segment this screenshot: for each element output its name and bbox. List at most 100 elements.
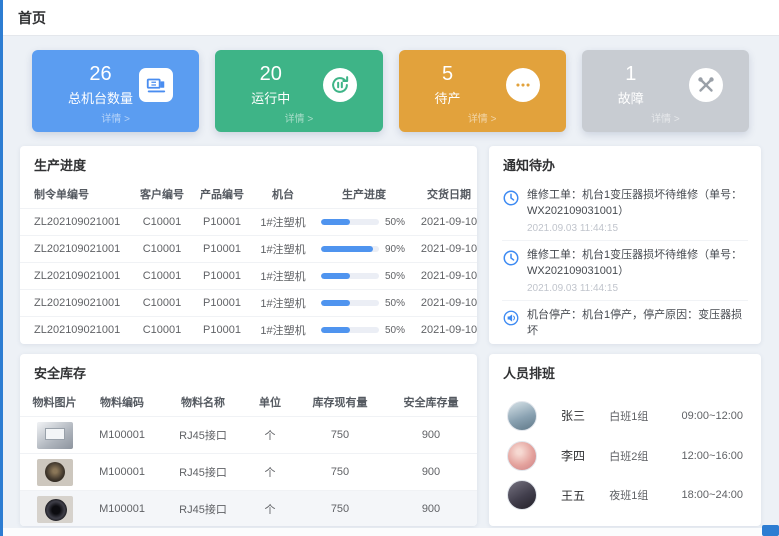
stat-card-standby[interactable]: 5 待产 详情 >: [399, 50, 566, 132]
progress-cell: 50%: [314, 209, 414, 236]
worker-name: 王五: [561, 487, 609, 504]
col-safety-qty: 安全库存量: [384, 389, 477, 417]
stat-detail-link[interactable]: 详情 >: [409, 110, 556, 127]
date-cell: 2021-09-10: [414, 263, 477, 290]
scrollbar-thumb[interactable]: [762, 525, 779, 536]
progress-label: 50%: [385, 298, 407, 309]
date-cell: 2021-09-10: [414, 290, 477, 317]
safety-cell: 900: [384, 491, 477, 527]
product-cell: P10001: [192, 263, 252, 290]
progress-bar: [321, 327, 350, 333]
worker-time: 12:00~16:00: [682, 450, 743, 462]
stat-value: 5: [435, 63, 461, 85]
customer-cell: C10001: [132, 236, 192, 263]
progress-track: [321, 273, 379, 279]
machine-cell: 1#注塑机: [252, 290, 314, 317]
stat-card-running[interactable]: 20 运行中 详情 >: [215, 50, 382, 132]
stat-detail-link[interactable]: 详情 >: [592, 110, 739, 127]
coil-photo: [37, 459, 73, 486]
progress-track: [321, 246, 379, 252]
safety-cell: 900: [384, 417, 477, 454]
order-cell: ZL202109021001: [20, 236, 132, 263]
running-icon: [323, 68, 357, 102]
col-material-code: 物料编码: [82, 389, 162, 417]
avatar: [507, 441, 537, 471]
progress-cell: 50%: [314, 290, 414, 317]
on-hand-cell: 750: [296, 417, 384, 454]
on-hand-cell: 750: [296, 491, 384, 527]
notice-item[interactable]: 机台停产：机台1停产，停产原因：变压器损坏: [502, 301, 748, 344]
col-material-photo: 物料图片: [20, 389, 82, 417]
production-panel: 生产进度 制令单编号 客户编号 产品编号 机台 生产进度 交货日期 ZL2021: [20, 146, 477, 344]
notice-body: 机台停产：机台1停产，停产原因：变压器损坏: [527, 308, 748, 340]
production-row: ZL202109021001 C10001 P10001 1#注塑机 50% 2…: [20, 290, 477, 317]
standby-icon: [506, 68, 540, 102]
product-cell: P10001: [192, 236, 252, 263]
inventory-row: M100001 RJ45接口 个 750 900: [20, 454, 477, 491]
progress-cell: 50%: [314, 317, 414, 344]
schedule-row: 张三 白班1组 09:00~12:00: [507, 401, 743, 431]
notice-time: 2021.09.03 11:44:15: [527, 283, 748, 294]
worker-shift: 白班1组: [609, 408, 681, 424]
worker-shift: 白班2组: [609, 448, 681, 464]
worker-time: 09:00~12:00: [682, 410, 743, 422]
progress-cell: 50%: [314, 263, 414, 290]
inventory-row: M100001 RJ45接口 个 750 900: [20, 417, 477, 454]
machine-cell: 1#注塑机: [252, 236, 314, 263]
production-header-row: 制令单编号 客户编号 产品编号 机台 生产进度 交货日期: [20, 181, 477, 209]
date-cell: 2021-09-10: [414, 209, 477, 236]
stat-card-fault[interactable]: 1 故障 详情 >: [582, 50, 749, 132]
progress-bar: [321, 219, 350, 225]
speaker-icon: [502, 309, 520, 327]
horizontal-scrollbar[interactable]: [0, 528, 779, 536]
name-cell: RJ45接口: [162, 417, 244, 454]
customer-cell: C10001: [132, 317, 192, 344]
progress-track: [321, 300, 379, 306]
stat-card-total-machines[interactable]: 26 总机台数量 详情 >: [32, 50, 199, 132]
inventory-panel: 安全库存 物料图片 物料编码 物料名称 单位 库存现有量 安全库存量: [20, 354, 477, 526]
customer-cell: C10001: [132, 263, 192, 290]
stat-detail-link[interactable]: 详情 >: [42, 110, 189, 127]
on-hand-cell: 750: [296, 454, 384, 491]
progress-cell: 90%: [314, 236, 414, 263]
avatar: [507, 480, 537, 510]
customer-cell: C10001: [132, 290, 192, 317]
dashboard-content: 26 总机台数量 详情 > 20 运行中: [0, 36, 779, 526]
progress-label: 50%: [385, 325, 407, 336]
notice-body: 维修工单：机台1变压器损坏待维修（单号：WX202109031001） 2021…: [527, 248, 748, 294]
notice-item[interactable]: 维修工单：机台1变压器损坏待维修（单号：WX202109031001） 2021…: [502, 181, 748, 241]
product-cell: P10001: [192, 317, 252, 344]
production-row: ZL202109021001 C10001 P10001 1#注塑机 50% 2…: [20, 317, 477, 344]
notice-item[interactable]: 维修工单：机台1变压器损坏待维修（单号：WX202109031001） 2021…: [502, 241, 748, 301]
machine-icon: [139, 68, 173, 102]
notice-text: 维修工单：机台1变压器损坏待维修（单号：WX202109031001）: [527, 248, 748, 280]
production-row: ZL202109021001 C10001 P10001 1#注塑机 50% 2…: [20, 263, 477, 290]
customer-cell: C10001: [132, 209, 192, 236]
notice-body: 维修工单：机台1变压器损坏待维修（单号：WX202109031001） 2021…: [527, 188, 748, 234]
unit-cell: 个: [244, 454, 296, 491]
speaker-photo: [37, 496, 73, 523]
col-order-no: 制令单编号: [20, 181, 132, 209]
inventory-row: M100001 RJ45接口 个 750 900: [20, 491, 477, 527]
schedule-row: 李四 白班2组 12:00~16:00: [507, 441, 743, 471]
col-progress: 生产进度: [314, 181, 414, 209]
worker-name: 李四: [561, 447, 609, 464]
order-cell: ZL202109021001: [20, 290, 132, 317]
col-customer-no: 客户编号: [132, 181, 192, 209]
code-cell: M100001: [82, 491, 162, 527]
stat-detail-link[interactable]: 详情 >: [225, 110, 372, 127]
schedule-list: 张三 白班1组 09:00~12:00 李四 白班2组 12:00~16:00 …: [489, 389, 761, 526]
order-cell: ZL202109021001: [20, 317, 132, 344]
left-edge-accent: [0, 0, 3, 536]
col-product-no: 产品编号: [192, 181, 252, 209]
worker-time: 18:00~24:00: [682, 489, 743, 501]
notice-list: 维修工单：机台1变压器损坏待维修（单号：WX202109031001） 2021…: [489, 181, 761, 344]
progress-label: 50%: [385, 271, 407, 282]
machine-cell: 1#注塑机: [252, 317, 314, 344]
progress-label: 90%: [385, 244, 407, 255]
avatar: [507, 401, 537, 431]
progress-bar: [321, 300, 350, 306]
inventory-header-row: 物料图片 物料编码 物料名称 单位 库存现有量 安全库存量: [20, 389, 477, 417]
panel-grid: 生产进度 制令单编号 客户编号 产品编号 机台 生产进度 交货日期 ZL2021: [20, 146, 761, 526]
notices-panel-title: 通知待办: [489, 146, 761, 181]
